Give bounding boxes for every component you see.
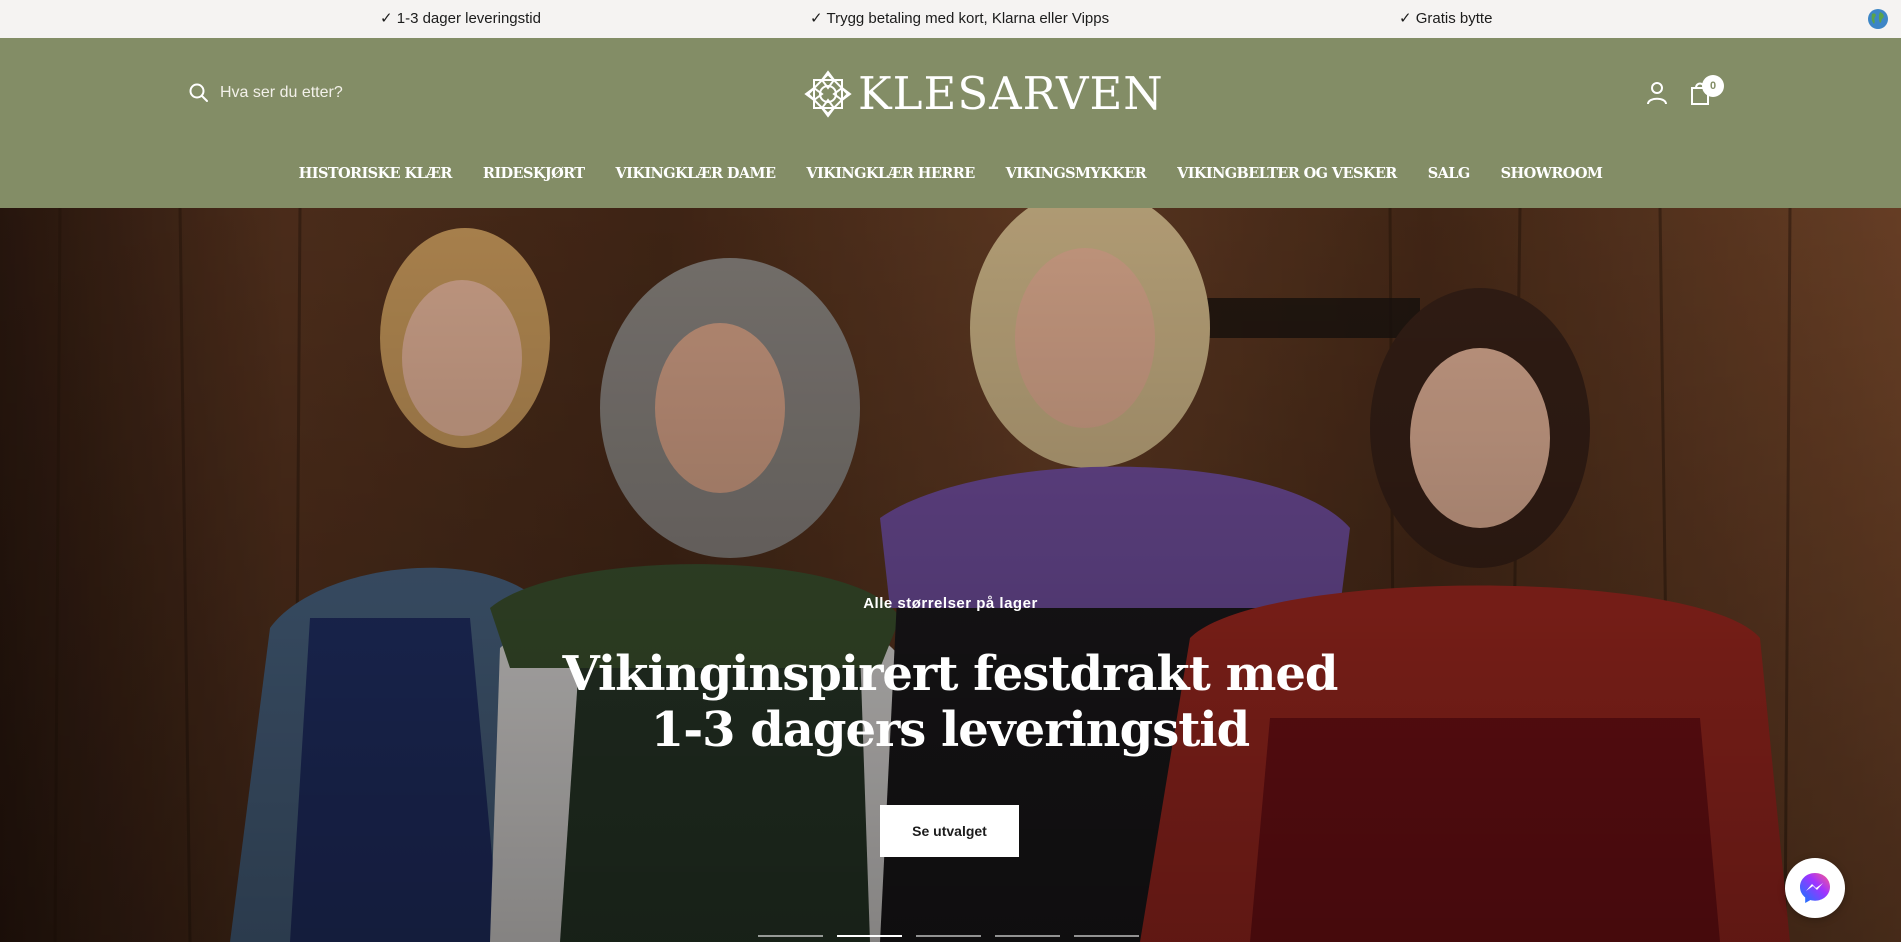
slide-dot[interactable] <box>995 935 1060 937</box>
announcement-exchange: ✓ Gratis bytte <box>1399 10 1493 27</box>
nav-vikingbelter-og-vesker[interactable]: VIKINGBELTER OG VESKER <box>1177 159 1397 189</box>
nav-rideskjort[interactable]: RIDESKJØRT <box>483 159 585 189</box>
knot-emblem-icon <box>804 70 852 118</box>
hero-slideshow: Alle størrelser på lager Vikinginspirert… <box>0 208 1901 942</box>
globe-icon[interactable] <box>1867 8 1889 30</box>
hero-subtitle: Alle størrelser på lager <box>863 595 1038 612</box>
nav-salg[interactable]: SALG <box>1428 159 1471 189</box>
hero-title: Vikinginspirert festdrakt med 1-3 dagers… <box>562 646 1339 758</box>
search-placeholder: Hva ser du etter? <box>220 84 343 101</box>
see-selection-button[interactable]: Se utvalget <box>880 805 1019 857</box>
search-icon <box>189 83 208 102</box>
main-navigation: HISTORISKE KLÆR RIDESKJØRT VIKINGKLÆR DA… <box>0 159 1901 189</box>
site-logo[interactable]: KLESARVEN <box>800 64 1164 124</box>
logo-wordmark: KLESARVEN <box>858 67 1164 120</box>
site-header: Hva ser du etter? KLESARVEN 0 HISTORISKE… <box>0 38 1901 208</box>
slide-indicators <box>758 935 1139 937</box>
slide-dot[interactable] <box>758 935 823 937</box>
announcement-delivery: ✓ 1-3 dager leveringstid <box>380 10 541 27</box>
nav-vikingklaer-herre[interactable]: VIKINGKLÆR HERRE <box>806 159 975 189</box>
slide-dot-active[interactable] <box>837 935 902 937</box>
announcement-payment: ✓ Trygg betaling med kort, Klarna eller … <box>810 10 1110 27</box>
slide-dot[interactable] <box>1074 935 1139 937</box>
messenger-icon <box>1800 873 1830 903</box>
nav-historiske-klaer[interactable]: HISTORISKE KLÆR <box>299 159 453 189</box>
nav-showroom[interactable]: SHOWROOM <box>1501 159 1603 189</box>
search-field[interactable]: Hva ser du etter? <box>188 80 343 106</box>
announcement-bar: ✓ 1-3 dager leveringstid ✓ Trygg betalin… <box>0 0 1901 38</box>
nav-vikingklaer-dame[interactable]: VIKINGKLÆR DAME <box>616 159 776 189</box>
nav-vikingsmykker[interactable]: VIKINGSMYKKER <box>1006 159 1147 189</box>
cart-count-badge: 0 <box>1702 75 1724 97</box>
messenger-chat-button[interactable] <box>1785 858 1845 918</box>
account-icon[interactable] <box>1645 80 1669 106</box>
slide-dot[interactable] <box>916 935 981 937</box>
